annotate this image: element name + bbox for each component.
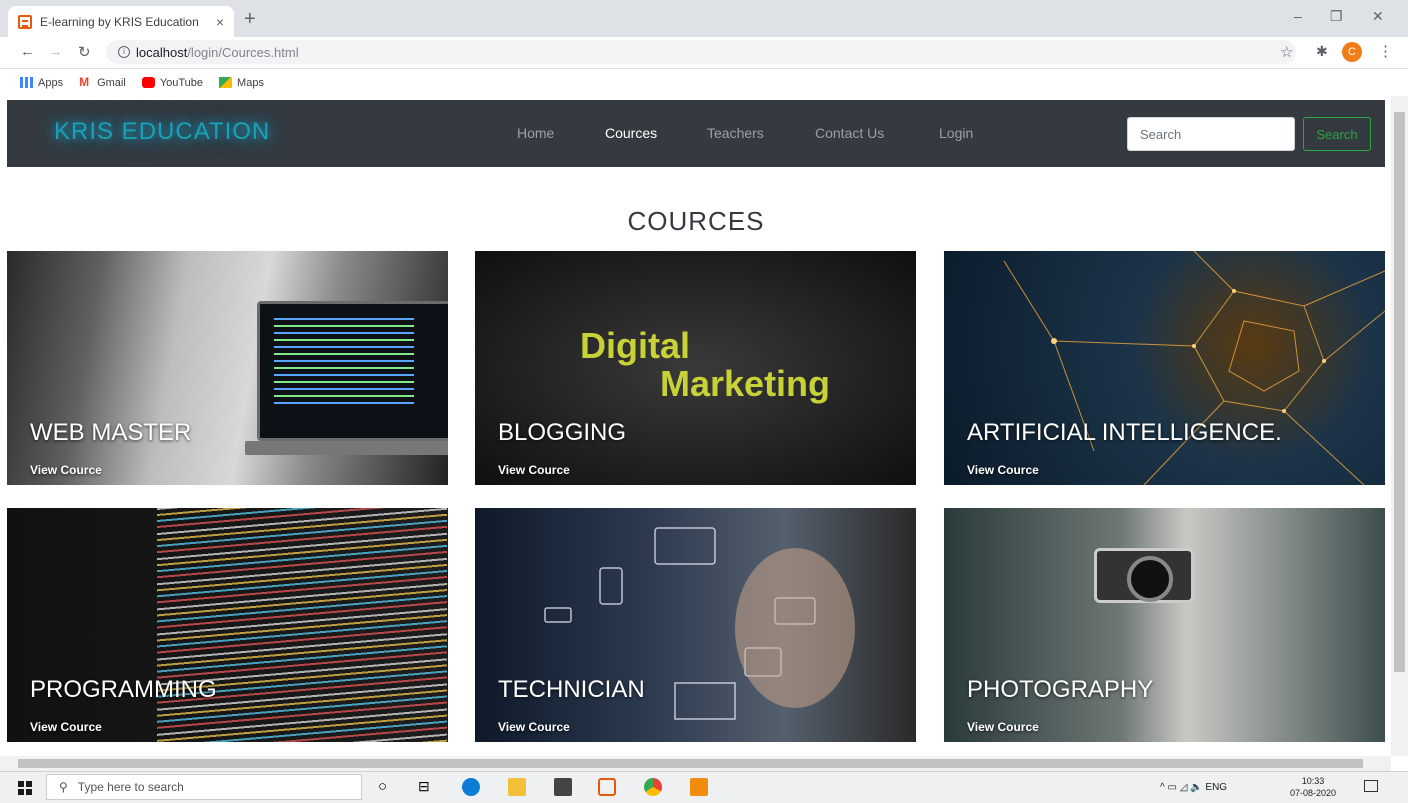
apps-grid-icon <box>20 77 33 88</box>
view-course-link[interactable]: View Cource <box>967 463 1039 477</box>
camera-image <box>1094 548 1194 603</box>
system-tray[interactable]: ^ ▭ ◿ 🔈 ENG <box>1160 782 1227 793</box>
touch-tech-image <box>544 527 855 720</box>
bookmark-apps[interactable]: Apps <box>20 77 63 89</box>
nav-link-home[interactable]: Home <box>517 125 554 141</box>
youtube-icon <box>141 77 155 88</box>
xampp-icon[interactable] <box>598 778 616 796</box>
site-navbar: KRIS EDUCATION Home Cources Teachers Con… <box>7 100 1385 167</box>
digital-image-text: Digital <box>580 325 691 366</box>
url-input[interactable]: i localhost/login/Cources.html <box>106 40 1296 64</box>
page-viewport: KRIS EDUCATION Home Cources Teachers Con… <box>0 96 1408 756</box>
view-course-link[interactable]: View Cource <box>498 463 570 477</box>
view-course-link[interactable]: View Cource <box>30 463 102 477</box>
course-card-blogging[interactable]: Digital Marketing BLOGGING View Cource <box>475 251 916 485</box>
task-view-icon[interactable]: ⊟ <box>418 778 436 796</box>
laptop-image <box>257 301 448 441</box>
mail-icon[interactable] <box>554 778 572 796</box>
tab-close-icon[interactable]: × <box>216 14 224 30</box>
restore-button[interactable]: ❐ <box>1330 8 1343 25</box>
neural-network-image <box>1003 251 1385 485</box>
windows-start-icon[interactable] <box>18 781 32 795</box>
code-screen-image <box>157 508 447 742</box>
profile-avatar[interactable]: C <box>1342 42 1362 62</box>
course-card-technician[interactable]: TECHNICIAN View Cource <box>475 508 916 742</box>
reload-icon[interactable]: ↻ <box>78 43 91 61</box>
course-card-web-master[interactable]: WEB MASTER View Cource <box>7 251 448 485</box>
nav-link-login[interactable]: Login <box>939 125 973 141</box>
course-card-ai[interactable]: ARTIFICIAL INTELLIGENCE. View Cource <box>944 251 1385 485</box>
course-title: PROGRAMMING <box>30 676 217 703</box>
site-info-icon[interactable]: i <box>118 46 130 58</box>
horizontal-scroll-thumb[interactable] <box>18 759 1363 768</box>
taskbar-search-input[interactable]: ⚲ Type here to search <box>46 774 362 800</box>
taskbar-clock[interactable]: 10:33 07-08-2020 <box>1290 775 1336 799</box>
url-path: /login/Cources.html <box>187 44 299 60</box>
bookmark-gmail[interactable]: M Gmail <box>79 75 126 89</box>
minimize-button[interactable]: – <box>1294 8 1302 24</box>
edge-icon[interactable] <box>462 778 480 796</box>
tab-title: E-learning by KRIS Education <box>40 14 199 29</box>
laptop-base-image <box>245 441 448 455</box>
cortana-icon[interactable]: ○ <box>378 778 396 796</box>
nav-link-cources[interactable]: Cources <box>605 125 657 141</box>
bookmark-youtube[interactable]: YouTube <box>141 77 203 89</box>
course-title: TECHNICIAN <box>498 676 645 703</box>
notification-icon[interactable] <box>1364 780 1378 792</box>
chrome-icon[interactable] <box>644 778 662 796</box>
gmail-icon: M <box>79 75 90 89</box>
nav-link-teachers[interactable]: Teachers <box>707 125 764 141</box>
course-title: BLOGGING <box>498 419 627 446</box>
view-course-link[interactable]: View Cource <box>30 720 102 734</box>
extensions-puzzle-icon[interactable]: ✱ <box>1316 43 1328 60</box>
new-tab-button[interactable]: + <box>244 8 256 31</box>
view-course-link[interactable]: View Cource <box>967 720 1039 734</box>
search-icon: ⚲ <box>59 780 68 794</box>
url-host: localhost <box>136 44 188 60</box>
bookmark-star-icon[interactable]: ☆ <box>1280 43 1293 61</box>
site-search-input[interactable] <box>1127 117 1295 151</box>
bookmarks-bar: Apps M Gmail YouTube Maps <box>0 69 1408 96</box>
browser-menu-icon[interactable]: ⋮ <box>1378 42 1393 60</box>
marketing-image-text: Marketing <box>660 363 831 404</box>
browser-tab[interactable]: E-learning by KRIS Education × <box>8 6 234 37</box>
file-explorer-icon[interactable] <box>508 778 526 796</box>
site-search-button[interactable]: Search <box>1303 117 1371 151</box>
forward-arrow-icon[interactable]: → <box>48 43 63 60</box>
close-window-button[interactable]: ✕ <box>1372 8 1384 25</box>
favicon-icon <box>18 14 32 29</box>
course-title: PHOTOGRAPHY <box>967 676 1154 703</box>
sublime-text-icon[interactable] <box>690 778 708 796</box>
view-course-link[interactable]: View Cource <box>498 720 570 734</box>
course-card-photography[interactable]: PHOTOGRAPHY View Cource <box>944 508 1385 742</box>
bookmark-maps[interactable]: Maps <box>219 77 264 89</box>
page-title: COURCES <box>627 206 765 236</box>
course-title: WEB MASTER <box>30 419 192 446</box>
nav-link-contact[interactable]: Contact Us <box>815 125 884 141</box>
course-title: ARTIFICIAL INTELLIGENCE. <box>967 419 1282 446</box>
course-card-programming[interactable]: PROGRAMMING View Cource <box>7 508 448 742</box>
vertical-scroll-thumb[interactable] <box>1394 112 1405 672</box>
back-arrow-icon[interactable]: ← <box>20 43 35 60</box>
site-brand-logo[interactable]: KRIS EDUCATION <box>54 118 270 146</box>
maps-icon <box>219 77 233 88</box>
